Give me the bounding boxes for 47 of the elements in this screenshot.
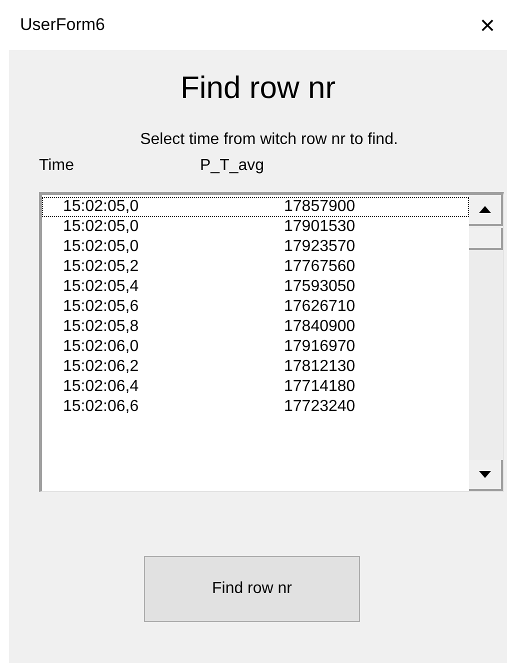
scroll-down-button[interactable] — [469, 460, 503, 491]
column-header: P_T_avg — [200, 156, 264, 176]
column-header: Time — [39, 156, 75, 176]
form-heading: Find row nr — [180, 69, 336, 107]
value-cell-text: 17767560 — [284, 257, 356, 277]
list-row[interactable]: 15:02:05,8 17840900 — [42, 317, 469, 337]
value-cell-text: 17714180 — [284, 377, 356, 397]
time-cell-text: 15:02:06,4 — [63, 377, 140, 397]
list-row[interactable]: 15:02:05,0 17901530 — [42, 217, 469, 237]
down-arrow-icon — [479, 471, 491, 478]
value-cell-text: 17923570 — [284, 237, 356, 257]
value-cell-text: 17812130 — [284, 357, 356, 377]
close-button[interactable]: × — [476, 12, 499, 38]
value-cell-text: 17857900 — [284, 197, 356, 217]
list-row[interactable]: 15:02:06,0 17916970 — [42, 337, 469, 357]
list-row[interactable]: 15:02:05,2 17767560 — [42, 257, 469, 277]
time-cell-text: 15:02:06,6 — [63, 397, 140, 417]
list-row[interactable]: 15:02:05,4 17593050 — [42, 277, 469, 297]
find-row-button[interactable]: Find row nr — [144, 556, 360, 622]
value-cell-text: 17593050 — [284, 277, 356, 297]
time-cell-text: 15:02:05,2 — [63, 257, 140, 277]
time-cell-text: 15:02:05,0 — [63, 237, 140, 257]
scroll-up-button[interactable] — [469, 195, 503, 226]
instruction-text: Select time from witch row nr to find. — [140, 130, 398, 150]
time-cell-text: 15:02:05,8 — [63, 317, 140, 337]
list-row[interactable]: 15:02:05,0 17857900 — [42, 197, 469, 217]
time-cell-text: 15:02:06,0 — [63, 337, 140, 357]
value-cell-text: 17916970 — [284, 337, 356, 357]
value-cell-text: 17723240 — [284, 397, 356, 417]
time-cell-text: 15:02:05,4 — [63, 277, 140, 297]
value-cell-text: 17901530 — [284, 217, 356, 237]
value-cell-text: 17840900 — [284, 317, 356, 337]
list-row[interactable]: 15:02:06,6 17723240 — [42, 397, 469, 417]
scroll-thumb[interactable] — [469, 228, 503, 250]
scrollbar[interactable] — [469, 195, 503, 491]
list-box[interactable] — [39, 192, 504, 492]
window-title: UserForm6 — [20, 14, 106, 36]
time-cell-text: 15:02:06,2 — [63, 357, 140, 377]
list-row[interactable]: 15:02:06,2 17812130 — [42, 357, 469, 377]
list-row[interactable]: 15:02:06,4 17714180 — [42, 377, 469, 397]
value-cell-text: 17626710 — [284, 297, 356, 317]
time-cell-text: 15:02:05,0 — [63, 197, 140, 217]
time-cell-text: 15:02:05,0 — [63, 217, 140, 237]
up-arrow-icon — [479, 206, 491, 213]
list-row[interactable]: 15:02:05,0 17923570 — [42, 237, 469, 257]
list-row[interactable]: 15:02:05,6 17626710 — [42, 297, 469, 317]
time-cell-text: 15:02:05,6 — [63, 297, 140, 317]
